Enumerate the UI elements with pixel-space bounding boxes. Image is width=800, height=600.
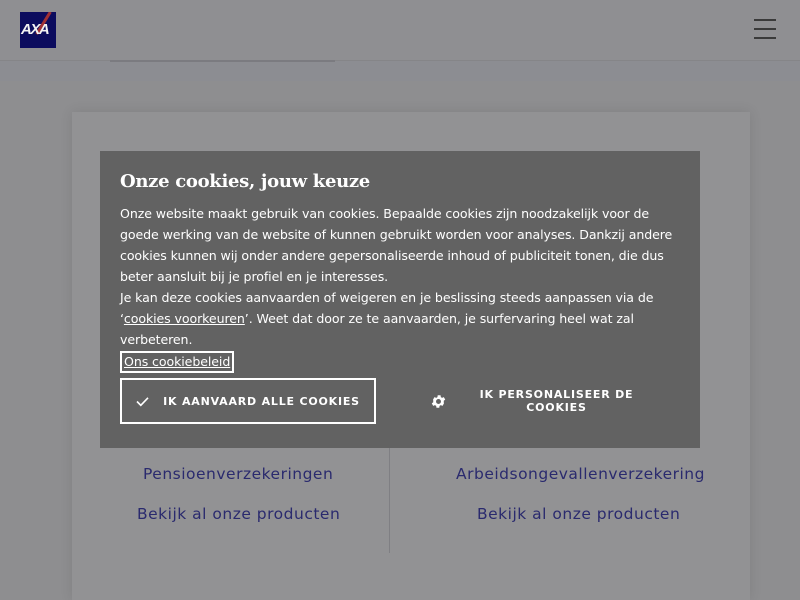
product-link-pensioen[interactable]: Pensioenverzekeringen xyxy=(143,465,333,483)
personalise-cookies-button[interactable]: IK PERSONALISEER DE COOKIES xyxy=(424,378,664,424)
cookie-policy-link[interactable]: Ons cookiebeleid xyxy=(120,351,235,373)
cookie-dialog-body: Onze website maakt gebruik van cookies. … xyxy=(120,203,680,373)
cookie-dialog-title: Onze cookies, jouw keuze xyxy=(120,171,370,192)
menu-bar xyxy=(754,28,776,30)
gear-icon xyxy=(430,393,447,410)
logo-text: AXA xyxy=(21,21,50,38)
product-link-arbeidsongevallen[interactable]: Arbeidsongevallenverzekering xyxy=(456,465,705,483)
accept-button-label: IK AANVAARD ALLE COOKIES xyxy=(163,394,360,408)
column-divider xyxy=(389,448,390,553)
accept-all-cookies-button[interactable]: IK AANVAARD ALLE COOKIES xyxy=(120,378,376,424)
all-products-link-right[interactable]: Bekijk al onze producten xyxy=(477,505,680,523)
site-header: AXA xyxy=(0,0,800,61)
all-products-link-left[interactable]: Bekijk al onze producten xyxy=(137,505,340,523)
checkmark-icon xyxy=(136,396,149,407)
cookie-intro-paragraph: Onze website maakt gebruik van cookies. … xyxy=(120,206,673,284)
menu-bar xyxy=(754,37,776,39)
cookie-consent-dialog: Onze cookies, jouw keuze Onze website ma… xyxy=(100,151,700,448)
menu-bar xyxy=(754,19,776,21)
active-tab-indicator xyxy=(110,60,335,62)
subnav-band xyxy=(0,61,800,81)
cookie-preferences-link[interactable]: cookies voorkeuren xyxy=(124,311,245,326)
hamburger-menu-icon[interactable] xyxy=(754,19,776,39)
axa-logo[interactable]: AXA xyxy=(20,12,56,48)
cookie-choice-paragraph: Je kan deze cookies aanvaarden of weiger… xyxy=(120,287,680,350)
personalise-button-label: IK PERSONALISEER DE COOKIES xyxy=(479,388,634,414)
